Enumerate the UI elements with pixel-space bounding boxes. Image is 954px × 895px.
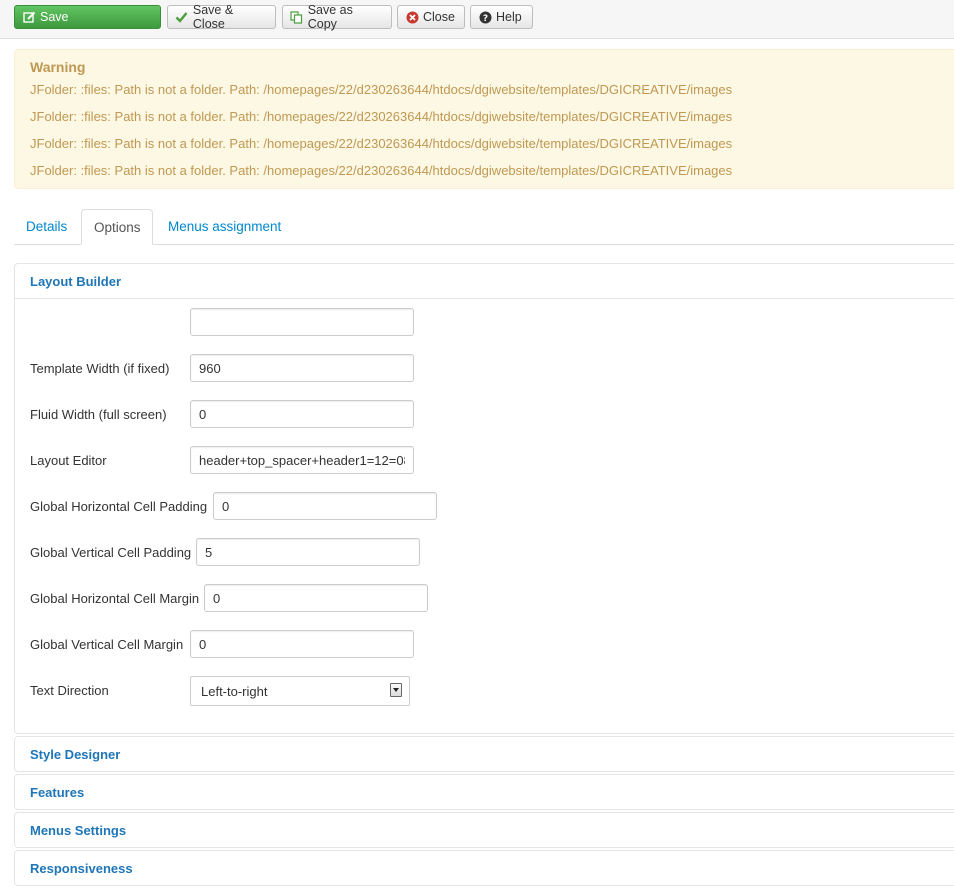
- warning-message: JFolder: :files: Path is not a folder. P…: [30, 82, 733, 97]
- unnamed-field[interactable]: [190, 308, 414, 336]
- chevron-down-icon: [390, 683, 402, 697]
- warning-heading: Warning: [30, 59, 86, 75]
- features-header[interactable]: Features: [15, 775, 954, 810]
- toolbar: Save Save & Close Save as Copy Close ? H…: [0, 0, 954, 39]
- menus-settings-header[interactable]: Menus Settings: [15, 813, 954, 848]
- h-cell-margin-label: Global Horizontal Cell Margin: [30, 591, 200, 606]
- svg-text:?: ?: [482, 14, 487, 24]
- text-direction-label: Text Direction: [30, 683, 109, 698]
- save-as-copy-button-label: Save as Copy: [307, 3, 353, 31]
- v-cell-margin-input[interactable]: [190, 630, 414, 658]
- style-designer-header[interactable]: Style Designer: [15, 737, 954, 772]
- save-button-label: Save: [40, 10, 69, 24]
- fluid-width-label: Fluid Width (full screen): [30, 407, 167, 422]
- warning-message: JFolder: :files: Path is not a folder. P…: [30, 163, 733, 178]
- text-direction-value: Left-to-right: [201, 683, 268, 699]
- warning-alert: Warning JFolder: :files: Path is not a f…: [14, 49, 954, 189]
- text-direction-select[interactable]: Left-to-right: [190, 676, 410, 706]
- fluid-width-input[interactable]: [190, 400, 414, 428]
- template-width-label: Template Width (if fixed): [30, 361, 170, 376]
- save-button[interactable]: Save: [14, 5, 161, 29]
- help-icon: ?: [478, 10, 492, 24]
- v-cell-margin-label: Global Vertical Cell Margin: [30, 637, 184, 652]
- help-button[interactable]: ? Help: [470, 5, 533, 29]
- save-as-copy-button[interactable]: Save as Copy: [282, 3, 392, 31]
- template-width-input[interactable]: [190, 354, 414, 382]
- layout-editor-input[interactable]: [190, 446, 414, 474]
- h-cell-padding-input[interactable]: [213, 492, 437, 520]
- close-button[interactable]: Close: [397, 5, 465, 29]
- layout-builder-header[interactable]: Layout Builder: [15, 264, 954, 299]
- tab-options[interactable]: Options: [81, 209, 153, 245]
- copy-icon: [290, 10, 304, 24]
- tab-bar: Details Options Menus assignment: [14, 209, 954, 245]
- h-cell-padding-label: Global Horizontal Cell Padding: [30, 499, 208, 514]
- v-cell-padding-input[interactable]: [196, 538, 420, 566]
- features-panel: Features: [14, 774, 954, 810]
- tab-menus-assignment[interactable]: Menus assignment: [156, 209, 293, 244]
- layout-editor-label: Layout Editor: [30, 453, 107, 468]
- close-button-label: Close: [423, 10, 455, 24]
- menus-settings-panel: Menus Settings: [14, 812, 954, 848]
- help-button-label: Help: [496, 10, 522, 24]
- save-close-button[interactable]: Save & Close: [167, 3, 276, 31]
- save-close-button-label: Save & Close: [192, 3, 234, 31]
- responsiveness-panel: Responsiveness: [14, 850, 954, 886]
- edit-icon: [22, 10, 36, 24]
- h-cell-margin-input[interactable]: [204, 584, 428, 612]
- warning-message: JFolder: :files: Path is not a folder. P…: [30, 109, 733, 124]
- close-circle-icon: [405, 10, 419, 24]
- tab-details[interactable]: Details: [14, 209, 79, 244]
- style-designer-panel: Style Designer: [14, 736, 954, 772]
- responsiveness-header[interactable]: Responsiveness: [15, 851, 954, 886]
- warning-message: JFolder: :files: Path is not a folder. P…: [30, 136, 733, 151]
- checkmark-icon: [175, 10, 189, 24]
- v-cell-padding-label: Global Vertical Cell Padding: [30, 545, 192, 560]
